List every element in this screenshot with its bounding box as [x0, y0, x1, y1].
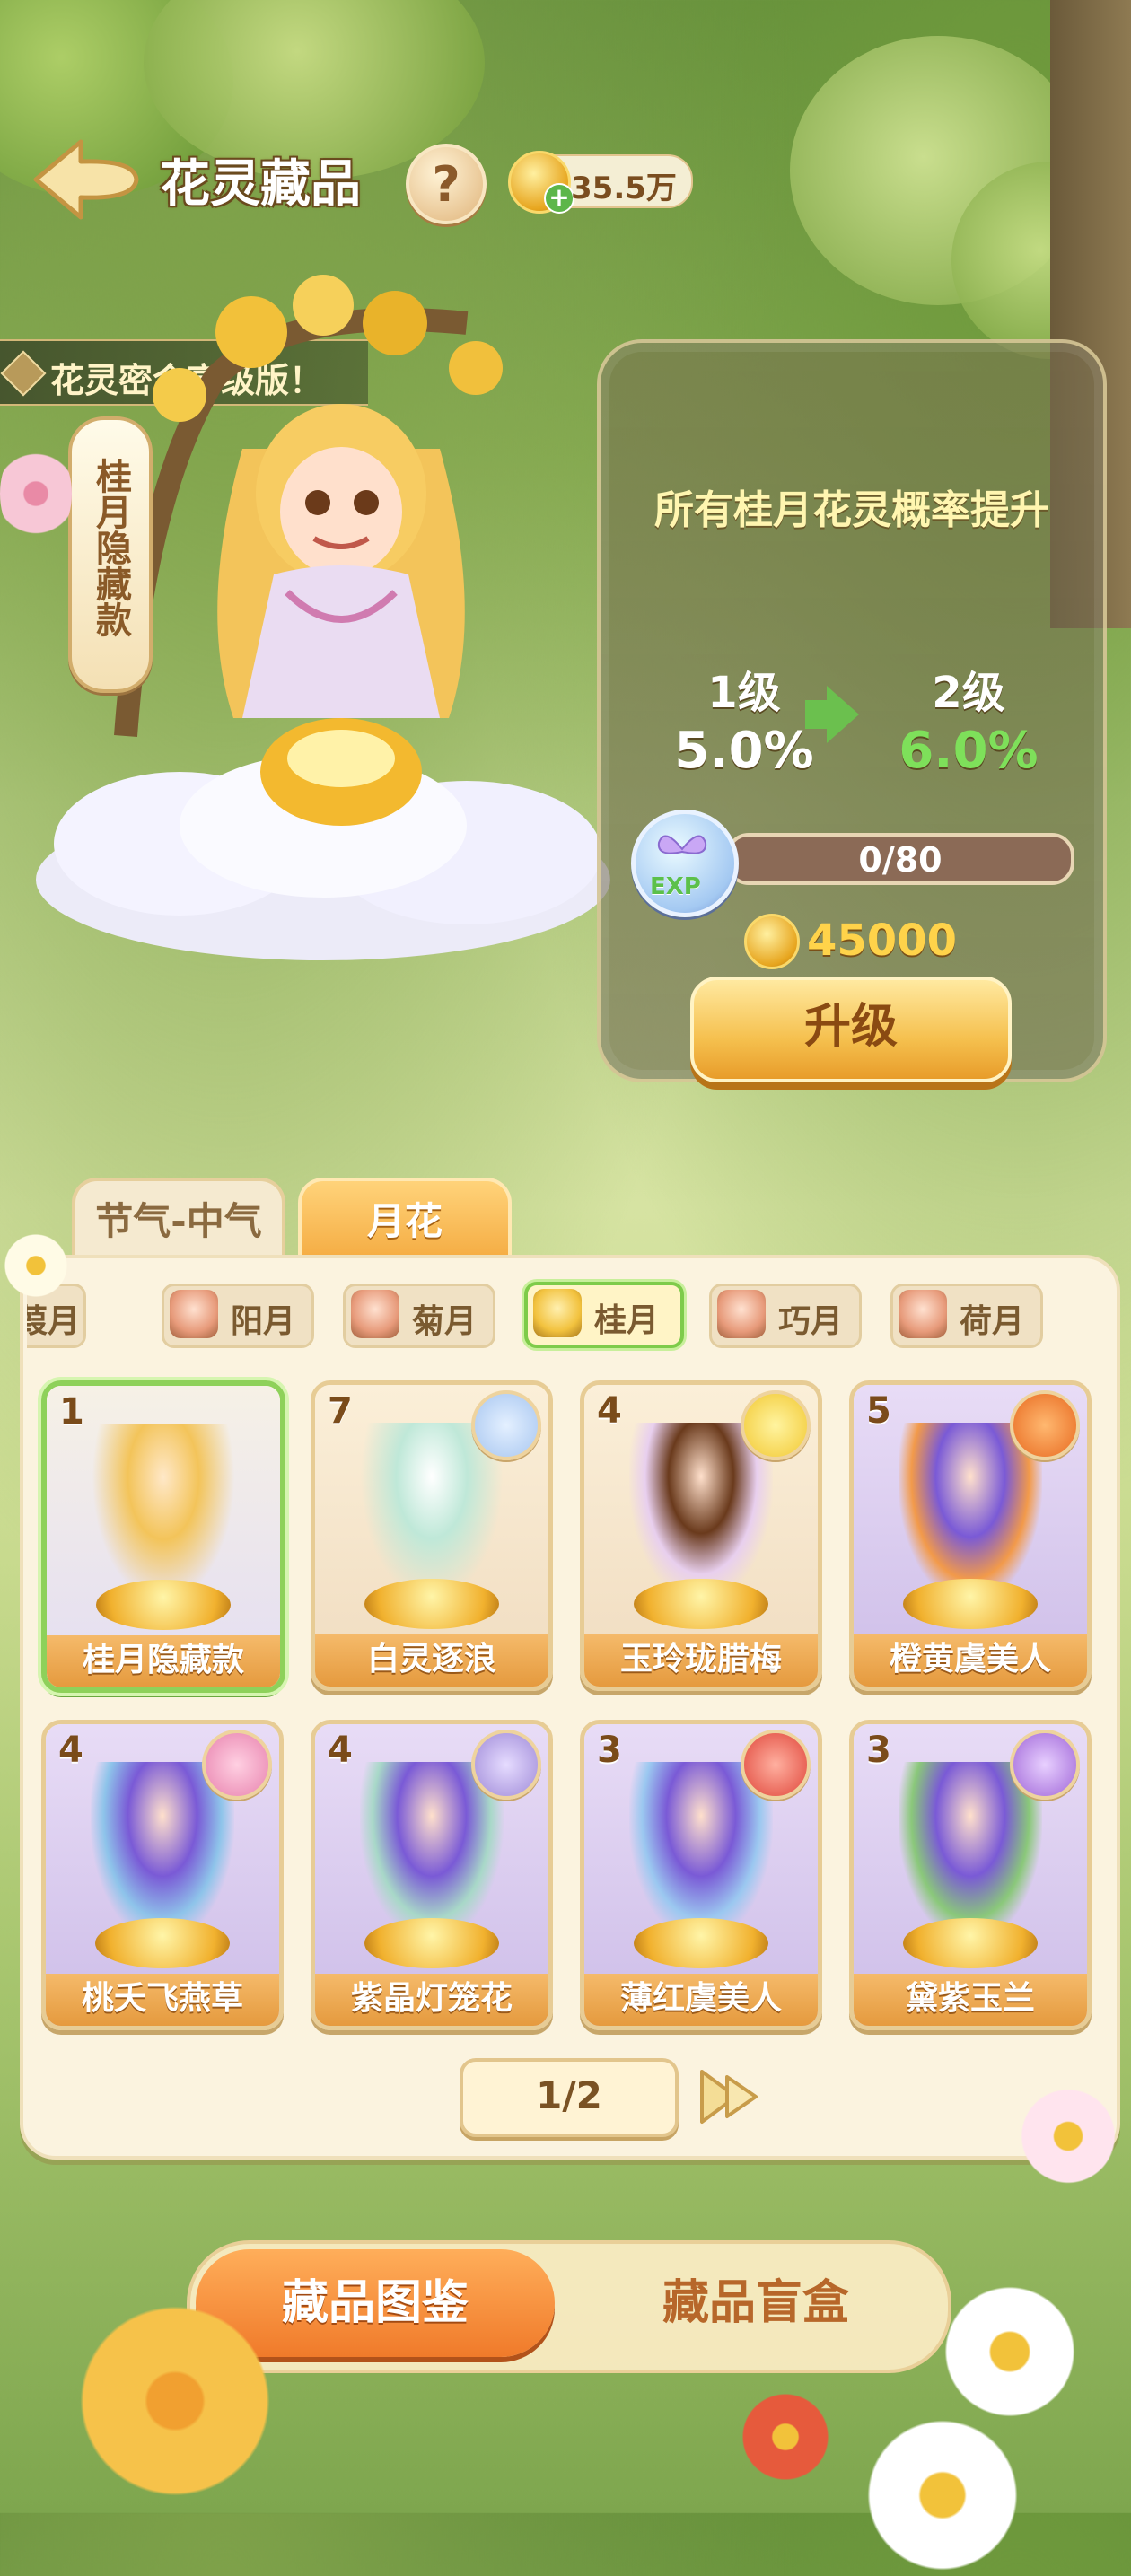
collection-card[interactable]: 4 玉玲珑腊梅 — [580, 1380, 822, 1691]
month-tab-label: 菊月 — [412, 1303, 478, 1340]
month-tab-label: 阳月 — [231, 1303, 296, 1340]
add-coins-icon[interactable]: + — [544, 183, 574, 214]
flower-decoration — [1014, 2082, 1122, 2190]
month-tab-label: 荷月 — [960, 1303, 1025, 1340]
month-tab-ju[interactable]: 菊月 — [343, 1284, 495, 1348]
card-count: 4 — [597, 1390, 622, 1432]
current-rate: 5.0% — [674, 722, 814, 780]
pedestal — [364, 1579, 499, 1629]
card-count: 4 — [58, 1730, 83, 1771]
arrow-right-icon — [827, 686, 859, 743]
butterfly-icon — [657, 835, 707, 854]
flower-decoration — [0, 440, 72, 548]
month-tab-he[interactable]: 荷月 — [890, 1284, 1043, 1348]
pedestal — [96, 1580, 231, 1630]
character-avatar — [899, 1290, 947, 1338]
exp-label: EXP — [650, 873, 701, 900]
card-count: 3 — [597, 1730, 622, 1771]
card-name: 桂月隐藏款 — [47, 1635, 280, 1687]
character-figure — [92, 1424, 235, 1603]
next-level-label: 2级 — [932, 668, 1005, 718]
card-count: 3 — [866, 1730, 891, 1771]
pedestal — [634, 1918, 768, 1968]
chevron-right-icon — [700, 2070, 758, 2124]
card-name: 玉玲珑腊梅 — [584, 1634, 818, 1687]
character-avatar — [170, 1290, 218, 1338]
character-avatar — [351, 1290, 399, 1338]
collection-card[interactable]: 4 紫晶灯笼花 — [311, 1720, 553, 2030]
exp-value: 0/80 — [858, 840, 942, 880]
flower-icon — [471, 1390, 541, 1460]
month-tab-label: 葭月 — [27, 1303, 81, 1340]
help-button[interactable]: ? — [406, 144, 487, 224]
tab-label: 月花 — [366, 1199, 443, 1243]
month-tab-strip[interactable]: 葭月 阳月 菊月 桂月 巧月 荷月 — [27, 1275, 1095, 1355]
pedestal — [95, 1918, 230, 1968]
next-level: 2级 6.0% — [870, 657, 1067, 780]
pedestal — [364, 1918, 499, 1968]
flower-decoration — [0, 1230, 72, 1301]
card-count: 7 — [328, 1390, 353, 1432]
card-name: 黛紫玉兰 — [854, 1974, 1087, 2026]
help-icon: ? — [432, 155, 460, 213]
coin-amount: 35.5万 — [571, 171, 677, 206]
card-name: 白灵逐浪 — [315, 1634, 548, 1687]
upgrade-description: 所有桂月花灵概率提升 — [654, 487, 1049, 533]
card-name: 紫晶灯笼花 — [315, 1974, 548, 2026]
collection-card[interactable]: 3 薄红虞美人 — [580, 1720, 822, 2030]
page-title: 花灵藏品 — [160, 155, 361, 214]
tab-label: 节气-中气 — [95, 1199, 262, 1243]
collection-card[interactable]: 7 白灵逐浪 — [311, 1380, 553, 1691]
card-name: 桃夭飞燕草 — [46, 1974, 279, 2026]
exp-progress-bar: 0/80 — [726, 833, 1074, 885]
upgrade-panel: 所有桂月花灵概率提升 1级 5.0% 2级 6.0% 0/80 EXP 4500… — [597, 339, 1107, 1082]
collection-card[interactable]: 5 橙黄虞美人 — [849, 1380, 1092, 1691]
flower-icon — [471, 1730, 541, 1800]
pedestal — [903, 1579, 1038, 1629]
flower-icon — [741, 1390, 811, 1460]
character-avatar — [717, 1290, 766, 1338]
coin-balance[interactable]: + 35.5万 — [508, 151, 693, 214]
upgrade-button[interactable]: 升级 — [690, 977, 1012, 1082]
exp-icon: EXP — [631, 810, 739, 917]
next-rate: 6.0% — [899, 722, 1039, 780]
flower-icon — [1010, 1730, 1080, 1800]
flower-decoration — [853, 2414, 1032, 2576]
collection-card[interactable]: 1 桂月隐藏款 — [41, 1380, 285, 1693]
coin-icon — [744, 914, 800, 969]
month-tab-qiao[interactable]: 巧月 — [709, 1284, 862, 1348]
flower-icon — [202, 1730, 272, 1800]
card-count: 1 — [59, 1391, 84, 1433]
collection-card[interactable]: 4 桃夭飞燕草 — [41, 1720, 284, 2030]
bottom-tab-bar: 藏品图鉴 藏品盲盒 — [187, 2240, 951, 2373]
hero-tag: 桂月隐藏款 — [68, 416, 153, 693]
character-avatar — [533, 1289, 582, 1337]
month-tab-label: 桂月 — [594, 1302, 660, 1339]
tab-blind-box[interactable]: 藏品盲盒 — [576, 2249, 935, 2357]
month-tab-gui[interactable]: 桂月 — [524, 1282, 684, 1348]
month-tab-yang[interactable]: 阳月 — [162, 1284, 314, 1348]
back-button[interactable] — [27, 135, 144, 224]
card-count: 5 — [866, 1390, 891, 1432]
card-name: 橙黄虞美人 — [854, 1634, 1087, 1687]
card-name: 薄红虞美人 — [584, 1974, 818, 2026]
back-arrow-icon — [33, 139, 139, 220]
flower-icon — [1010, 1390, 1080, 1460]
flower-decoration — [63, 2298, 287, 2504]
page-indicator: 1/2 — [460, 2058, 679, 2137]
golden-orb-art — [260, 718, 422, 826]
pedestal — [903, 1918, 1038, 1968]
pedestal — [634, 1579, 768, 1629]
flower-decoration — [736, 2388, 835, 2486]
month-tab-label: 巧月 — [778, 1303, 844, 1340]
flower-icon — [741, 1730, 811, 1800]
hero-tag-text: 桂月隐藏款 — [90, 458, 131, 637]
upgrade-cost: 45000 — [807, 916, 957, 966]
fairy-figure-art — [217, 404, 465, 718]
card-count: 4 — [328, 1730, 353, 1771]
collection-card[interactable]: 3 黛紫玉兰 — [849, 1720, 1092, 2030]
next-page-button[interactable] — [684, 2061, 774, 2133]
flower-decoration — [934, 2280, 1086, 2423]
